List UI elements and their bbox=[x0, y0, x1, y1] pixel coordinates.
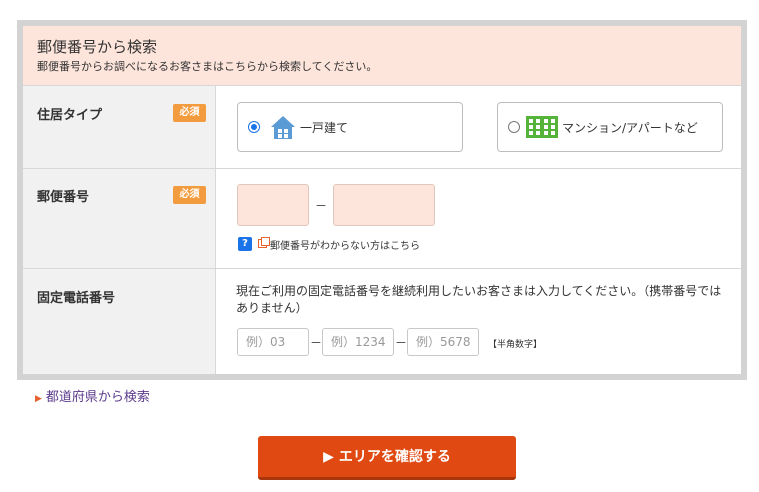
triangle-right-icon: ▶ bbox=[35, 394, 42, 404]
radio-option-house[interactable]: 一戸建て bbox=[237, 102, 463, 152]
phone-dash: － bbox=[395, 336, 408, 350]
radio-house-label[interactable]: 一戸建て bbox=[300, 119, 348, 136]
phone-number-input[interactable]: 例）5678 bbox=[407, 328, 479, 356]
prefecture-link-label[interactable]: 都道府県から検索 bbox=[46, 390, 150, 405]
phone-label: 固定電話番号 bbox=[37, 291, 116, 306]
zip-row: 郵便番号 必須 － ? 郵便番号がわからない方はこちら bbox=[23, 169, 741, 269]
zip-first-input[interactable] bbox=[237, 184, 309, 226]
radio-house[interactable] bbox=[248, 121, 260, 133]
radio-option-apartment[interactable]: マンション/アパートなど bbox=[497, 102, 723, 152]
play-icon: ▶ bbox=[323, 449, 334, 465]
prefecture-search-link[interactable]: ▶ 都道府県から検索 bbox=[35, 386, 150, 405]
phone-exchange-input[interactable]: 例）1234 bbox=[322, 328, 394, 356]
required-badge: 必須 bbox=[173, 186, 206, 204]
phone-fields: 現在ご利用の固定電話番号を継続利用したいお客さまは入力してください。（携帯番号で… bbox=[216, 269, 741, 374]
radio-apartment-label[interactable]: マンション/アパートなど bbox=[562, 119, 698, 136]
form-header: 郵便番号から検索 郵便番号からお調べになるお客さまはこちらから検索してください。 bbox=[23, 26, 741, 86]
zip-fields: － ? 郵便番号がわからない方はこちら bbox=[216, 169, 741, 268]
phone-description: 現在ご利用の固定電話番号を継続利用したいお客さまは入力してください。（携帯番号で… bbox=[236, 284, 722, 315]
confirm-button-label[interactable]: エリアを確認する bbox=[339, 449, 451, 465]
residence-label-cell: 住居タイプ 必須 bbox=[23, 86, 216, 168]
zip-label-cell: 郵便番号 必須 bbox=[23, 169, 216, 268]
form-title: 郵便番号から検索 bbox=[37, 38, 158, 56]
residence-label: 住居タイプ bbox=[37, 108, 103, 123]
form-subtitle: 郵便番号からお調べになるお客さまはこちらから検索してください。 bbox=[37, 60, 378, 73]
residence-row: 住居タイプ 必須 一戸建て マンション/アパートなど bbox=[23, 86, 741, 169]
zip-label: 郵便番号 bbox=[37, 190, 90, 205]
phone-area-input[interactable]: 例）03 bbox=[237, 328, 309, 356]
zip-help-link[interactable]: 郵便番号がわからない方はこちら bbox=[270, 237, 420, 252]
search-form-frame: 郵便番号から検索 郵便番号からお調べになるお客さまはこちらから検索してください。… bbox=[17, 20, 747, 380]
radio-apartment[interactable] bbox=[508, 121, 520, 133]
confirm-area-button[interactable]: ▶ エリアを確認する bbox=[258, 436, 516, 480]
required-badge: 必須 bbox=[173, 104, 206, 122]
phone-dash: － bbox=[310, 336, 323, 350]
zip-second-input[interactable] bbox=[333, 184, 435, 226]
apartment-icon bbox=[526, 116, 558, 142]
help-icon[interactable]: ? bbox=[238, 237, 252, 251]
hankaku-note: 【半角数字】 bbox=[488, 340, 543, 350]
zip-dash: － bbox=[315, 199, 328, 213]
external-link-icon bbox=[258, 237, 270, 248]
house-icon bbox=[270, 114, 296, 144]
phone-label-cell: 固定電話番号 bbox=[23, 269, 216, 374]
search-form: 郵便番号から検索 郵便番号からお調べになるお客さまはこちらから検索してください。… bbox=[23, 26, 741, 374]
phone-row: 固定電話番号 現在ご利用の固定電話番号を継続利用したいお客さまは入力してください… bbox=[23, 269, 741, 374]
